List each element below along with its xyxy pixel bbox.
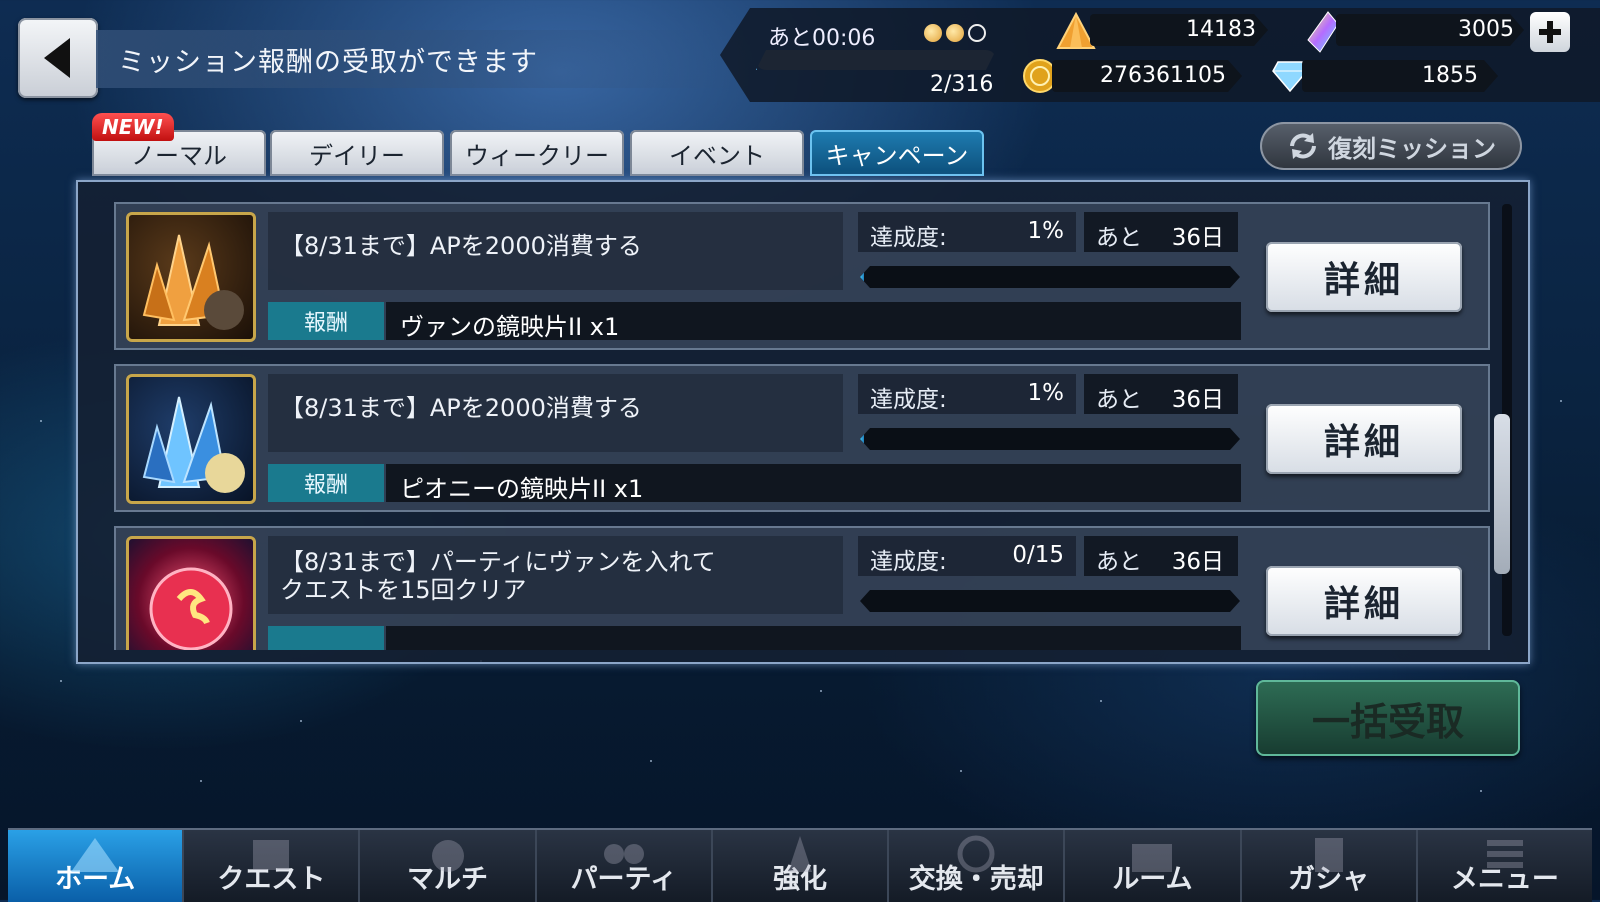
- progress-label: 達成度:: [870, 549, 947, 575]
- revival-mission-label: 復刻ミッション: [1328, 134, 1496, 163]
- tab-weekly[interactable]: ウィークリー: [450, 130, 624, 176]
- detail-button[interactable]: 詳細: [1266, 566, 1462, 636]
- mission-title: 【8/31まで】APを2000消費する: [280, 394, 642, 422]
- gil-count: 276361105: [1100, 63, 1226, 88]
- remaining-box: あと 36日: [1084, 536, 1238, 576]
- diamond-count: 1855: [1422, 63, 1478, 88]
- energy-orb-icon: [946, 24, 964, 42]
- quest-icon: [253, 840, 290, 870]
- reward-label: 報酬: [268, 464, 384, 502]
- remaining-value: 36日: [1171, 225, 1224, 251]
- reward-box: ヴァンの鏡映片II x1: [386, 302, 1241, 341]
- reward-box: ピオニーの鏡映片II x1: [386, 464, 1241, 503]
- progress-fill: [860, 428, 864, 450]
- progress-label: 達成度:: [870, 225, 947, 251]
- mission-panel: 【8/31まで】APを2000消費する 達成度: 1% あと 36日 報酬 ヴァ…: [76, 180, 1530, 664]
- rainbow-crystal-icon: [1307, 11, 1339, 53]
- red-orb-icon: [126, 536, 256, 650]
- progress-value: 1%: [1027, 218, 1065, 244]
- progress-bar: [860, 266, 1240, 288]
- energy-orb-icon: [924, 24, 942, 42]
- mission-row: 【8/31まで】APを2000消費する 達成度: 1% あと 36日 報酬 ヴァ…: [114, 202, 1490, 350]
- refresh-icon: [1290, 133, 1316, 159]
- globe-icon: [431, 840, 464, 872]
- energy-orb-empty-icon: [968, 24, 986, 42]
- remaining-box: あと 36日: [1084, 374, 1238, 414]
- nav-room[interactable]: ルーム: [1065, 830, 1242, 902]
- detail-button[interactable]: 詳細: [1266, 404, 1462, 474]
- remaining-label: あと: [1096, 225, 1142, 251]
- blue-crystal-icon: [126, 374, 256, 504]
- stamina-timer: あと00:06: [768, 26, 876, 51]
- reward-box: [386, 626, 1241, 650]
- nav-menu[interactable]: メニュー: [1418, 830, 1592, 902]
- stamina-bar: [756, 50, 996, 70]
- stamina-count: 2/316: [930, 72, 994, 97]
- bulk-receive-button[interactable]: 一括受取: [1256, 680, 1520, 756]
- mission-title: 【8/31まで】APを2000消費する: [280, 232, 642, 260]
- scrollbar-thumb[interactable]: [1494, 414, 1510, 574]
- progress-fill: [860, 266, 864, 288]
- reward-label: [268, 626, 384, 650]
- exchange-icon: [957, 835, 995, 873]
- nav-enhance[interactable]: 強化: [713, 830, 890, 902]
- remaining-value: 36日: [1171, 387, 1224, 413]
- arrow-left-icon: [44, 38, 70, 78]
- progress-box: 達成度: 1%: [858, 212, 1076, 252]
- reward-text: ヴァンの鏡映片II x1: [400, 313, 620, 341]
- reward-label: 報酬: [268, 302, 384, 340]
- enhance-icon: [787, 836, 812, 872]
- nav-gacha[interactable]: ガシャ: [1242, 830, 1418, 902]
- gacha-icon: [1314, 838, 1343, 872]
- reward-text: ピオニーの鏡映片II x1: [400, 475, 644, 503]
- back-button[interactable]: [18, 18, 98, 98]
- menu-icon: [1486, 840, 1523, 868]
- room-icon: [1132, 844, 1173, 872]
- add-crystal-button[interactable]: [1530, 12, 1570, 52]
- home-icon: [71, 838, 120, 872]
- new-badge: NEW!: [92, 113, 174, 141]
- progress-bar: [860, 428, 1240, 450]
- nav-home[interactable]: ホーム: [8, 830, 185, 902]
- rainbow-crystal-count: 3005: [1458, 17, 1514, 42]
- nav-exchange[interactable]: 交換・売却: [889, 830, 1066, 902]
- remaining-label: あと: [1096, 549, 1142, 575]
- progress-label: 達成度:: [870, 387, 947, 413]
- tab-daily[interactable]: デイリー: [270, 130, 444, 176]
- nav-quest[interactable]: クエスト: [184, 830, 361, 902]
- progress-box: 達成度: 0/15: [858, 536, 1076, 576]
- mission-title-box: 【8/31まで】APを2000消費する: [268, 212, 843, 290]
- tab-campaign[interactable]: キャンペーン: [810, 130, 984, 176]
- bottom-nav: ホーム クエスト マルチ パーティ 強化 交換・売却 ルーム ガシャ メニュー: [8, 828, 1592, 902]
- progress-value: 1%: [1027, 380, 1065, 406]
- progress-bar: [860, 590, 1240, 612]
- mission-title-box: 【8/31まで】パーティにヴァンを入れて クエストを15回クリア: [268, 536, 843, 614]
- nav-party[interactable]: パーティ: [537, 830, 713, 902]
- mission-title-box: 【8/31まで】APを2000消費する: [268, 374, 843, 452]
- mission-row: 【8/31まで】APを2000消費する 達成度: 1% あと 36日 報酬 ピオ…: [114, 364, 1490, 512]
- progress-box: 達成度: 1%: [858, 374, 1076, 414]
- progress-value: 0/15: [1012, 542, 1064, 568]
- nav-multi[interactable]: マルチ: [360, 830, 537, 902]
- remaining-label: あと: [1096, 387, 1142, 413]
- remaining-value: 36日: [1171, 549, 1224, 575]
- mission-title: 【8/31まで】パーティにヴァンを入れて クエストを15回クリア: [280, 548, 716, 604]
- energy-orbs: [924, 24, 986, 42]
- revival-mission-button[interactable]: 復刻ミッション: [1260, 122, 1522, 170]
- party-icon: [603, 844, 644, 864]
- page-title: ミッション報酬の受取ができます: [118, 47, 538, 78]
- detail-button[interactable]: 詳細: [1266, 242, 1462, 312]
- mission-row: 【8/31まで】パーティにヴァンを入れて クエストを15回クリア 達成度: 0/…: [114, 526, 1490, 650]
- orange-crystal-count: 14183: [1186, 17, 1256, 42]
- amber-crystal-icon: [126, 212, 256, 342]
- plus-icon: [1539, 21, 1561, 43]
- remaining-box: あと 36日: [1084, 212, 1238, 252]
- tab-event[interactable]: イベント: [630, 130, 804, 176]
- mission-list[interactable]: 【8/31まで】APを2000消費する 達成度: 1% あと 36日 報酬 ヴァ…: [114, 202, 1490, 650]
